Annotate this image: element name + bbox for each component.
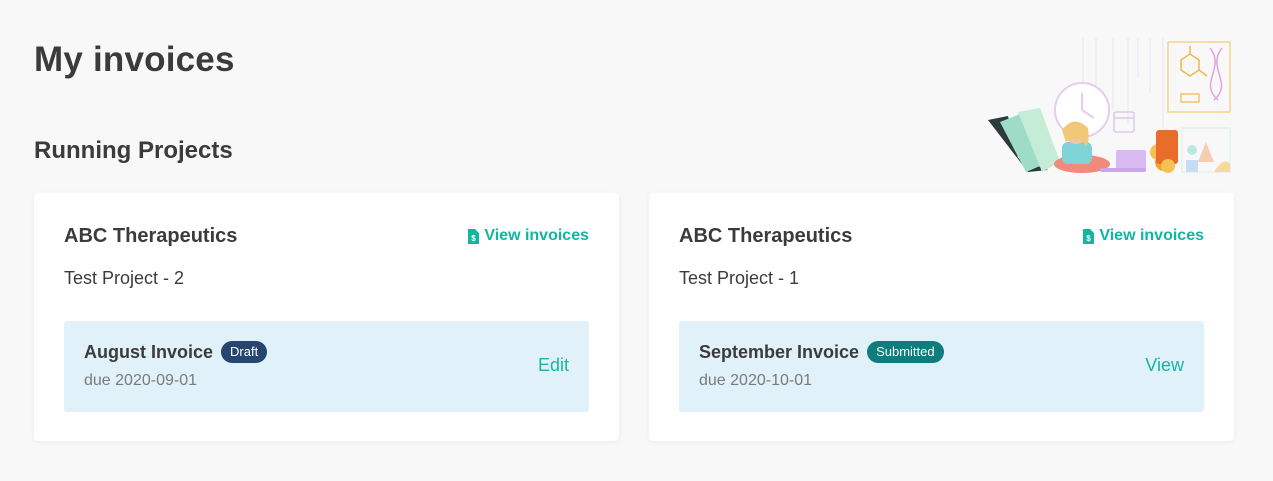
svg-text:$: $	[472, 234, 477, 243]
section-title: Running Projects	[34, 137, 233, 164]
svg-text:$: $	[1087, 234, 1092, 243]
project-card: ABC Therapeutics $ View invoices Test Pr…	[34, 193, 619, 441]
status-badge: Submitted	[867, 341, 944, 363]
due-date: due 2020-09-01	[84, 372, 197, 389]
view-invoices-label: View invoices	[1099, 227, 1204, 244]
invoice-title-row: September Invoice Submitted	[699, 341, 944, 363]
invoice-file-icon: $	[1083, 228, 1095, 244]
client-name: ABC Therapeutics	[679, 225, 853, 247]
view-invoices-link[interactable]: $ View invoices	[467, 227, 589, 245]
view-invoices-label: View invoices	[484, 227, 589, 244]
invoices-page: My invoices Running Projects ABC Therape…	[0, 0, 1273, 481]
invoice-file-icon: $	[468, 228, 480, 244]
status-badge: Draft	[221, 341, 268, 363]
invoice-item: August Invoice Draft due 2020-09-01 Edit	[64, 321, 589, 412]
invoice-item: September Invoice Submitted due 2020-10-…	[679, 321, 1204, 412]
project-name: Test Project - 2	[64, 268, 185, 288]
view-invoice-button[interactable]: View	[1145, 355, 1184, 376]
project-card: ABC Therapeutics $ View invoices Test Pr…	[649, 193, 1234, 441]
client-name: ABC Therapeutics	[64, 225, 238, 247]
invoice-title: September Invoice	[699, 341, 860, 362]
page-title: My invoices	[34, 40, 235, 79]
due-date: due 2020-10-01	[699, 372, 812, 389]
person-with-laptop-illustration	[988, 38, 1231, 173]
view-invoices-link[interactable]: $ View invoices	[1082, 227, 1204, 245]
project-name: Test Project - 1	[679, 268, 800, 288]
invoice-title-row: August Invoice Draft	[84, 341, 268, 363]
invoice-title: August Invoice	[84, 341, 214, 362]
edit-invoice-button[interactable]: Edit	[538, 355, 569, 376]
